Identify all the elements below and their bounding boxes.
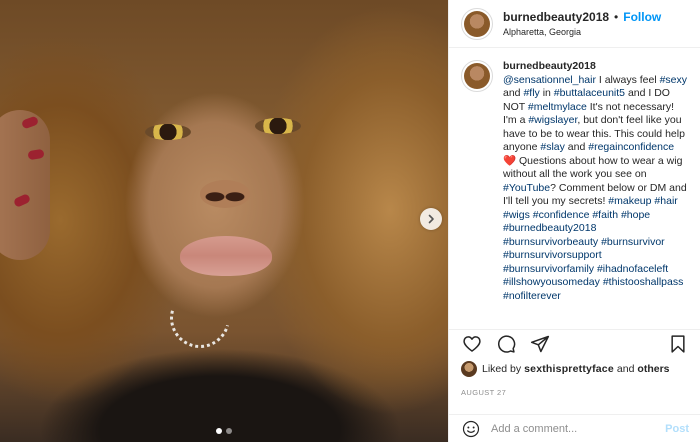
carousel-dots — [0, 428, 448, 434]
caption-username[interactable]: burnedbeauty2018 — [503, 60, 596, 72]
caption-avatar[interactable] — [461, 60, 493, 92]
share-icon — [530, 335, 550, 352]
hashtag-link[interactable]: #makeup — [608, 195, 651, 207]
hashtag-link[interactable]: #regainconfidence — [588, 141, 674, 153]
post-header: burnedbeauty2018 • Follow Alpharetta, Ge… — [449, 0, 700, 48]
hashtag-link[interactable]: #fly — [523, 87, 539, 99]
hashtag-link[interactable]: #hope — [621, 209, 650, 221]
hashtag-link[interactable]: #YouTube — [503, 182, 550, 194]
hashtag-link[interactable]: #burnedbeauty2018 — [503, 222, 596, 234]
liked-by-label: Liked by — [482, 363, 522, 375]
caption-text: burnedbeauty2018 @sensationnel_hair I al… — [503, 60, 689, 323]
caption-fragment: ❤️ Questions about how to wear a wig wit… — [503, 154, 683, 181]
hashtag-link[interactable]: #sexy — [660, 74, 687, 86]
share-button[interactable] — [529, 333, 551, 355]
hashtag-link[interactable]: #burnsurvivorbeauty — [503, 236, 598, 248]
comment-icon — [497, 334, 516, 353]
caption-body: @sensationnel_hair I always feel #sexy a… — [503, 74, 687, 302]
hashtag-link[interactable]: #thistooshallpass — [603, 276, 684, 288]
bookmark-icon — [671, 334, 685, 353]
photo-eye-right — [255, 118, 301, 134]
liker-avatar[interactable] — [461, 361, 477, 377]
hashtag-link[interactable]: #illshowyousomeday — [503, 276, 600, 288]
follow-button[interactable]: Follow — [623, 10, 661, 24]
next-slide-button[interactable] — [420, 208, 442, 230]
others-link[interactable]: others — [637, 363, 669, 375]
photo-necklace — [159, 277, 241, 359]
likes-summary: Liked by sexthisprettyface and others — [461, 361, 670, 377]
emoji-button[interactable] — [461, 419, 481, 439]
comment-input[interactable] — [491, 422, 666, 435]
caption-fragment: in — [539, 87, 554, 99]
header-text: burnedbeauty2018 • Follow Alpharetta, Ge… — [503, 10, 661, 37]
heart-icon — [463, 335, 481, 352]
comment-button[interactable] — [495, 333, 517, 355]
user-line: burnedbeauty2018 • Follow — [503, 10, 661, 24]
post-panel: burnedbeauty2018 • Follow Alpharetta, Ge… — [448, 0, 700, 442]
caption-fragment: and — [564, 141, 589, 153]
avatar-image — [464, 63, 490, 89]
hashtag-link[interactable]: #ihadnofaceleft — [597, 263, 668, 275]
location-link[interactable]: Alpharetta, Georgia — [503, 27, 661, 37]
photo-nose — [200, 180, 250, 208]
like-button[interactable] — [461, 333, 483, 355]
hashtag-link[interactable]: #nofilterever — [503, 290, 561, 302]
hashtag-link[interactable]: #burnsurvivorsupport — [503, 249, 602, 261]
hashtag-link[interactable]: #burnsurvivorfamily — [503, 263, 594, 275]
save-button[interactable] — [667, 333, 689, 355]
post-comment-button[interactable]: Post — [665, 423, 689, 435]
hashtag-link[interactable]: #slay — [540, 141, 565, 153]
hashtag-link[interactable]: #burnsurvivor — [601, 236, 665, 248]
hashtag-link[interactable]: #wigs — [503, 209, 530, 221]
username-link[interactable]: burnedbeauty2018 — [503, 10, 609, 24]
caption-fragment: and — [503, 87, 524, 99]
photo-eye-left — [145, 124, 191, 140]
and-label: and — [616, 363, 635, 375]
hashtag-link[interactable]: #wigslayer — [528, 114, 577, 126]
photo-hand — [0, 110, 50, 260]
caption-area: burnedbeauty2018 @sensationnel_hair I al… — [449, 60, 700, 323]
carousel-dot — [216, 428, 222, 434]
caption-fragment: I always feel — [595, 73, 660, 86]
hashtag-link[interactable]: #hair — [654, 195, 677, 207]
liker-username[interactable]: sexthisprettyface — [524, 363, 614, 375]
hashtag-link[interactable]: #confidence — [533, 209, 590, 221]
comment-bar: Post — [449, 414, 700, 442]
photo-lips — [180, 236, 272, 276]
mention-link[interactable]: @sensationnel_hair — [503, 74, 596, 86]
action-bar — [449, 329, 700, 357]
post-date[interactable]: AUGUST 27 — [461, 388, 506, 397]
avatar[interactable] — [461, 7, 493, 40]
emoji-icon — [462, 420, 480, 437]
carousel-dot — [226, 428, 232, 434]
hashtag-link[interactable]: #buttalaceunit5 — [554, 87, 625, 99]
post-photo[interactable] — [0, 0, 448, 442]
hashtag-link[interactable]: #faith — [592, 209, 618, 221]
chevron-right-icon — [428, 214, 434, 224]
separator-dot: • — [614, 10, 619, 24]
avatar-image — [464, 10, 490, 37]
hashtag-link[interactable]: #meltmylace — [528, 101, 587, 113]
